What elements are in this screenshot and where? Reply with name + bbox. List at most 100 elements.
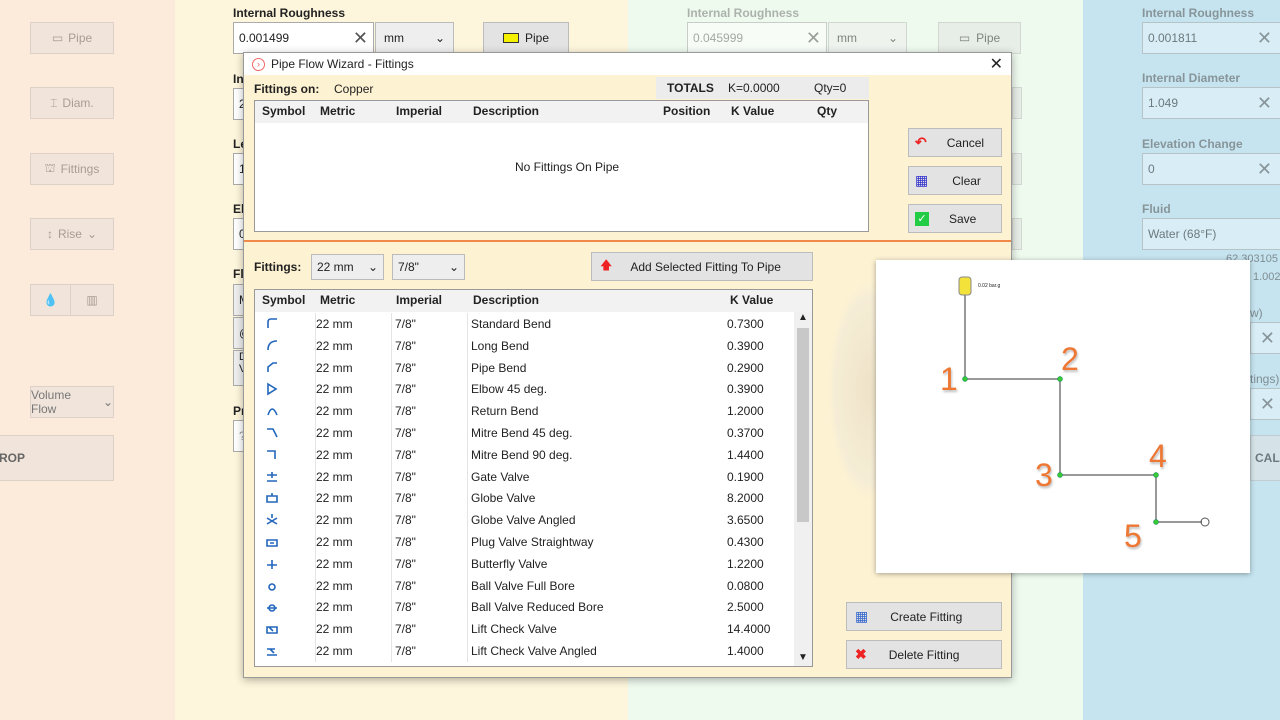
cell-divider	[391, 640, 392, 662]
cell-divider	[391, 596, 392, 619]
diameter-input[interactable]: 1.049 ✕	[1142, 87, 1280, 119]
metric-size-select[interactable]: 22 mm ⌄	[311, 254, 384, 280]
node-label-4: 4	[1149, 438, 1167, 474]
roughness-unit-select[interactable]: mm ⌄	[375, 22, 454, 54]
partial-button[interactable]	[1012, 218, 1022, 250]
cancel-button[interactable]: ↶ Cancel	[908, 128, 1002, 157]
volume-flow-select[interactable]: Volume Flow ⌄	[30, 386, 114, 418]
imperial-cell: 7/8"	[395, 360, 416, 375]
table-row[interactable]: 22 mm 7/8" Return Bend 1.2000	[255, 400, 794, 423]
cell-divider	[467, 378, 468, 401]
diam-button[interactable]: ⌶ Diam.	[30, 87, 114, 119]
table-row[interactable]: 22 mm 7/8" Globe Valve Angled 3.6500	[255, 509, 794, 532]
table-row[interactable]: 22 mm 7/8" Ball Valve Full Bore 0.0800	[255, 574, 794, 597]
save-button[interactable]: ✓ Save	[908, 204, 1002, 233]
pipe-button[interactable]: ▭ Pipe	[30, 22, 114, 54]
app-icon: ›	[252, 57, 265, 71]
table-row[interactable]: 22 mm 7/8" Plug Valve Straightway 0.4300	[255, 531, 794, 553]
fluid-button[interactable]: 💧	[30, 284, 71, 316]
metric-cell: 22 mm	[316, 513, 353, 528]
imperial-cell: 7/8"	[395, 578, 416, 593]
table-row[interactable]: 22 mm 7/8" Lift Check Valve Angled 1.4000	[255, 640, 794, 662]
header-symbol[interactable]: Symbol	[262, 104, 305, 118]
table-row[interactable]: 22 mm 7/8" Mitre Bend 90 deg. 1.4400	[255, 443, 794, 466]
pipe-color-button[interactable]: Pipe	[483, 22, 569, 54]
scroll-down-icon[interactable]: ▼	[798, 652, 808, 663]
k-value-cell: 1.4400	[727, 447, 764, 462]
table-row[interactable]: 22 mm 7/8" Globe Valve 8.2000	[255, 487, 794, 510]
scrollbar-thumb[interactable]	[797, 328, 809, 522]
header-imperial[interactable]: Imperial	[396, 104, 442, 118]
clear-icon[interactable]: ✕	[1257, 28, 1272, 49]
header-imperial[interactable]: Imperial	[396, 293, 442, 307]
fittings-label: Fittings	[60, 162, 100, 176]
scroll-up-icon[interactable]: ▲	[798, 312, 808, 323]
results-button[interactable]: ▥	[70, 284, 114, 316]
description-cell: Globe Valve	[471, 491, 536, 506]
header-k-value[interactable]: K Value	[731, 104, 774, 118]
delete-fitting-button[interactable]: ✖ Delete Fitting	[846, 640, 1002, 669]
table-row[interactable]: 22 mm 7/8" Gate Valve 0.1900	[255, 465, 794, 488]
partial-button[interactable]	[1012, 87, 1022, 119]
cell-divider	[467, 552, 468, 575]
fluid-input[interactable]: Water (68°F)	[1142, 218, 1280, 250]
table-row[interactable]: 22 mm 7/8" Standard Bend 0.7300	[255, 313, 794, 335]
k-value-cell: 1.4000	[727, 644, 764, 658]
table-row[interactable]: 22 mm 7/8" Lift Check Valve 14.4000	[255, 618, 794, 641]
rise-label: Rise	[57, 227, 82, 241]
table-row[interactable]: 22 mm 7/8" Elbow 45 deg. 0.3900	[255, 378, 794, 401]
calculate-button[interactable]: ROP	[0, 435, 114, 481]
header-position[interactable]: Position	[663, 104, 710, 118]
delete-fitting-label: Delete Fitting	[888, 647, 960, 662]
fitting-symbol-icon	[268, 582, 276, 591]
metric-cell: 22 mm	[316, 469, 353, 484]
empty-message: No Fittings On Pipe	[515, 160, 620, 174]
roughness-unit-select[interactable]: mm ⌄	[828, 22, 907, 54]
table-row[interactable]: 22 mm 7/8" Long Bend 0.3900	[255, 334, 794, 357]
clear-icon[interactable]: ✕	[806, 28, 821, 49]
fittings-button[interactable]: ⛫ Fittings	[30, 153, 114, 185]
clear-icon[interactable]: ✕	[1260, 328, 1275, 349]
header-metric[interactable]: Metric	[320, 104, 355, 118]
roughness-input[interactable]: 0.045999 ✕	[687, 22, 827, 54]
close-icon[interactable]: ✕	[990, 54, 1003, 74]
partial-button[interactable]	[1012, 153, 1022, 185]
fitting-symbol-icon	[267, 318, 277, 328]
header-metric[interactable]: Metric	[320, 293, 355, 307]
cell-divider	[391, 334, 392, 357]
header-description[interactable]: Description	[473, 293, 539, 307]
partial-input[interactable]: ✕	[1250, 388, 1280, 420]
rise-button[interactable]: ↕ Rise ⌄	[30, 218, 114, 250]
clear-icon[interactable]: ✕	[1257, 93, 1272, 114]
table-row[interactable]: 22 mm 7/8" Pipe Bend 0.2900	[255, 356, 794, 379]
roughness-input[interactable]: 0.001499 ✕	[233, 22, 374, 54]
cell-divider	[391, 531, 392, 553]
pipe-color-button[interactable]: ▭ Pipe	[938, 22, 1021, 54]
create-fitting-button[interactable]: ▦ Create Fitting	[846, 602, 1002, 631]
clear-icon[interactable]: ✕	[353, 28, 368, 49]
unit-value: mm	[384, 31, 404, 45]
clear-icon[interactable]: ✕	[1257, 159, 1272, 180]
table-row[interactable]: 22 mm 7/8" Mitre Bend 45 deg. 0.3700	[255, 422, 794, 444]
calc-button[interactable]: CALC	[1250, 435, 1280, 481]
partial-input[interactable]: ✕	[1250, 322, 1280, 354]
clear-label: Clear	[952, 173, 981, 188]
header-qty[interactable]: Qty	[817, 104, 837, 118]
header-symbol[interactable]: Symbol	[262, 293, 305, 307]
roughness-input[interactable]: 0.001811 ✕	[1142, 22, 1280, 54]
node-5	[1153, 519, 1159, 525]
header-description[interactable]: Description	[473, 104, 539, 118]
elevation-input[interactable]: 0 ✕	[1142, 153, 1280, 185]
add-fitting-button[interactable]: 🡅 Add Selected Fitting To Pipe	[591, 252, 813, 281]
table-row[interactable]: 22 mm 7/8" Ball Valve Reduced Bore 2.5000	[255, 596, 794, 619]
imperial-size-select[interactable]: 7/8" ⌄	[392, 254, 465, 280]
description-cell: Butterfly Valve	[471, 556, 548, 571]
scrollbar[interactable]: ▲ ▼	[794, 312, 812, 666]
node-3	[1057, 472, 1063, 478]
table-row[interactable]: 22 mm 7/8" Butterfly Valve 1.2200	[255, 552, 794, 575]
cell-divider	[467, 334, 468, 357]
clear-button[interactable]: ▦ Clear	[908, 166, 1002, 195]
header-k-value[interactable]: K Value	[730, 293, 773, 307]
clear-icon[interactable]: ✕	[1260, 394, 1275, 415]
k-value-cell: 1.2000	[727, 404, 764, 419]
